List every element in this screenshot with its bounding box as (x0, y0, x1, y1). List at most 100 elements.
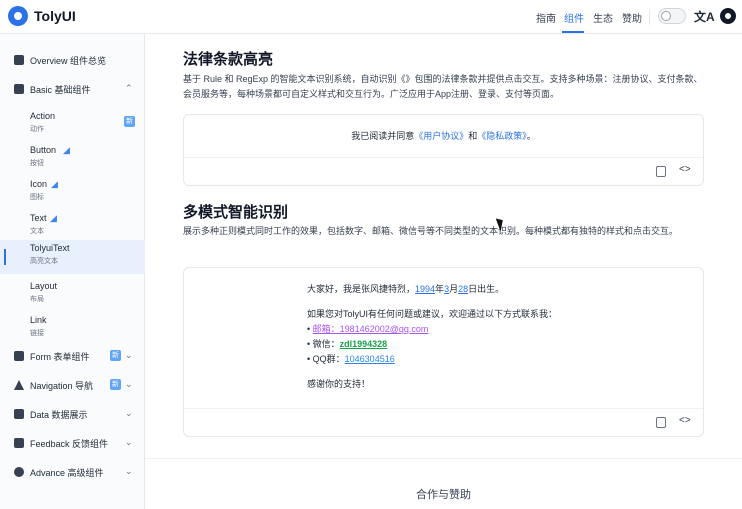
copy-icon[interactable] (656, 166, 666, 177)
sidebar-item-label: Layout (30, 281, 58, 291)
sidebar-item-sublabel: 高亮文本 (30, 258, 58, 265)
demo-card-multimode: 大家好，我是张风捷特烈，1994年3月28日出生。 如果您对TolyUI有任何问… (183, 267, 704, 437)
sidebar-item-sublabel: 动作 (30, 126, 44, 133)
new-badge: 新 (124, 116, 135, 127)
sidebar-group-advance[interactable]: Advance 高级组件 ⌄ (0, 462, 145, 482)
chevron-down-icon[interactable]: ⌄ (125, 466, 133, 477)
agreement-period: 。 (526, 131, 536, 141)
sidebar-group-basic[interactable]: Basic 基础组件 ⌃ (0, 79, 145, 99)
sidebar-group-overview[interactable]: Overview 组件总览 (0, 50, 145, 70)
translate-icon[interactable]: 文A (694, 8, 715, 25)
logo-icon[interactable] (8, 6, 28, 26)
navigation-icon (14, 380, 24, 390)
sidebar-item-sublabel: 按钮 (30, 160, 44, 167)
chevron-down-icon[interactable]: ⌄ (125, 437, 133, 448)
card-footer: <> (184, 408, 703, 436)
demo-card-legal: 我已阅读并同意《用户协议》和《隐私政策》。 <> (183, 114, 704, 186)
nav-components[interactable]: 组件 (564, 10, 584, 25)
email-link[interactable]: 邮箱：1981462002@qq.com (313, 324, 429, 334)
sidebar-group-label: Data 数据展示 (30, 410, 88, 420)
section-title-legal: 法律条款高亮 (183, 51, 274, 68)
grid-icon (14, 55, 24, 65)
new-badge: 新 (110, 379, 121, 390)
flutter-icon: ◢ (51, 179, 58, 189)
sidebar-item-sublabel: 链接 (30, 330, 44, 337)
sidebar-item-label: TolyuiText (30, 243, 70, 253)
section-desc-multimode: 展示多种正则模式同时工作的效果，包括数字、邮箱、微信号等不同类型的文本识别。每种… (183, 226, 679, 236)
greeting-text: 大家好，我是张风捷特烈， (307, 284, 416, 294)
copy-icon[interactable] (656, 417, 666, 428)
contact-intro: 如果您对TolyUI有任何问题或建议，欢迎通过以下方式联系我： (307, 309, 558, 319)
sidebar-group-label: Form 表单组件 (30, 352, 90, 362)
birthday-line: 大家好，我是张风捷特烈，1994年3月28日出生。 (307, 282, 557, 297)
github-icon[interactable] (720, 8, 736, 24)
sidebar-group-label: Advance 高级组件 (30, 468, 104, 478)
qq-line: • QQ群：1046304516 (307, 352, 557, 367)
sidebar-item-label: Icon (30, 179, 48, 189)
footer-title: 合作与赞助 (416, 489, 471, 501)
wechat-line: • 微信：zdl1994328 (307, 337, 557, 352)
sidebar-group-label: Overview 组件总览 (30, 56, 107, 66)
new-badge: 新 (110, 350, 121, 361)
sidebar-item-link[interactable]: Link 链接 (0, 312, 145, 346)
chevron-down-icon[interactable]: ⌄ (125, 379, 133, 390)
chevron-down-icon[interactable]: ⌄ (125, 408, 133, 419)
sidebar-item-sublabel: 图标 (30, 194, 44, 201)
flutter-icon: ◢ (63, 145, 70, 155)
user-agreement-link[interactable]: 《用户协议》 (414, 131, 468, 141)
agreement-and: 和 (468, 131, 478, 141)
nav-ecosystem[interactable]: 生态 (593, 10, 613, 25)
card-footer: <> (184, 157, 703, 185)
sidebar-item-icon[interactable]: Icon ◢ 图标 (0, 176, 145, 210)
nav-sponsor[interactable]: 赞助 (622, 10, 642, 25)
wechat-link[interactable]: zdl1994328 (340, 339, 388, 349)
sidebar-group-form[interactable]: Form 表单组件 新 ⌄ (0, 346, 145, 366)
sidebar-item-label: Action (30, 111, 56, 121)
sidebar-item-layout[interactable]: Layout 布局 (0, 278, 145, 312)
sidebar-group-feedback[interactable]: Feedback 反馈组件 ⌄ (0, 433, 145, 453)
footer-divider (145, 458, 742, 459)
form-icon (14, 351, 24, 361)
section-title-multimode: 多模式智能识别 (183, 204, 289, 221)
number-year[interactable]: 1994 (415, 284, 435, 294)
code-icon[interactable]: <> (679, 164, 691, 175)
active-indicator (4, 249, 6, 265)
agreement-text: 我已阅读并同意 (351, 131, 415, 141)
nav-active-indicator (562, 31, 584, 33)
sidebar-item-text[interactable]: Text ◢ 文本 (0, 210, 145, 244)
year-unit: 年 (435, 284, 445, 294)
privacy-policy-link[interactable]: 《隐私政策》 (477, 131, 527, 141)
header-divider (649, 9, 650, 25)
chevron-up-icon[interactable]: ⌃ (125, 83, 133, 94)
chevron-down-icon[interactable]: ⌄ (125, 350, 133, 361)
sidebar-group-label: Feedback 反馈组件 (30, 439, 109, 449)
code-icon[interactable]: <> (679, 415, 691, 426)
theme-toggle[interactable] (658, 8, 686, 24)
sidebar-item-sublabel: 文本 (30, 228, 44, 235)
wechat-label: • 微信： (307, 339, 340, 349)
data-icon (14, 409, 24, 419)
sidebar-item-tolyuitext[interactable]: TolyuiText 高亮文本 (0, 240, 145, 274)
sidebar-item-button[interactable]: Button ◢ 按钮 (0, 142, 145, 176)
sidebar-group-navigation[interactable]: Navigation 导航 新 ⌄ (0, 375, 145, 395)
flutter-icon: ◢ (50, 213, 57, 223)
sidebar-item-label: Link (30, 315, 47, 325)
sidebar-group-label: Navigation 导航 (30, 381, 94, 391)
multimode-text: 大家好，我是张风捷特烈，1994年3月28日出生。 如果您对TolyUI有任何问… (307, 282, 557, 392)
theme-toggle-knob (661, 11, 671, 21)
nav-guide[interactable]: 指南 (536, 10, 556, 25)
brand-name[interactable]: TolyUI (34, 8, 76, 24)
feedback-icon (14, 438, 24, 448)
basic-icon (14, 84, 24, 94)
top-bar: TolyUI 指南 组件 生态 赞助 文A (0, 0, 742, 34)
sidebar-item-action[interactable]: Action 动作 新 (0, 108, 145, 142)
sidebar-group-data[interactable]: Data 数据展示 ⌄ (0, 404, 145, 424)
section-desc-legal: 基于 Rule 和 RegExp 的智能文本识别系统，自动识别《》包围的法律条款… (183, 74, 703, 99)
sidebar: Overview 组件总览 Basic 基础组件 ⌃ Action 动作 新 B… (0, 34, 145, 509)
sidebar-item-sublabel: 布局 (30, 296, 44, 303)
advance-icon (14, 467, 24, 477)
number-day[interactable]: 28 (458, 284, 468, 294)
qq-label: • QQ群： (307, 354, 345, 364)
sidebar-item-label: Button (30, 145, 57, 155)
qq-link[interactable]: 1046304516 (345, 354, 395, 364)
